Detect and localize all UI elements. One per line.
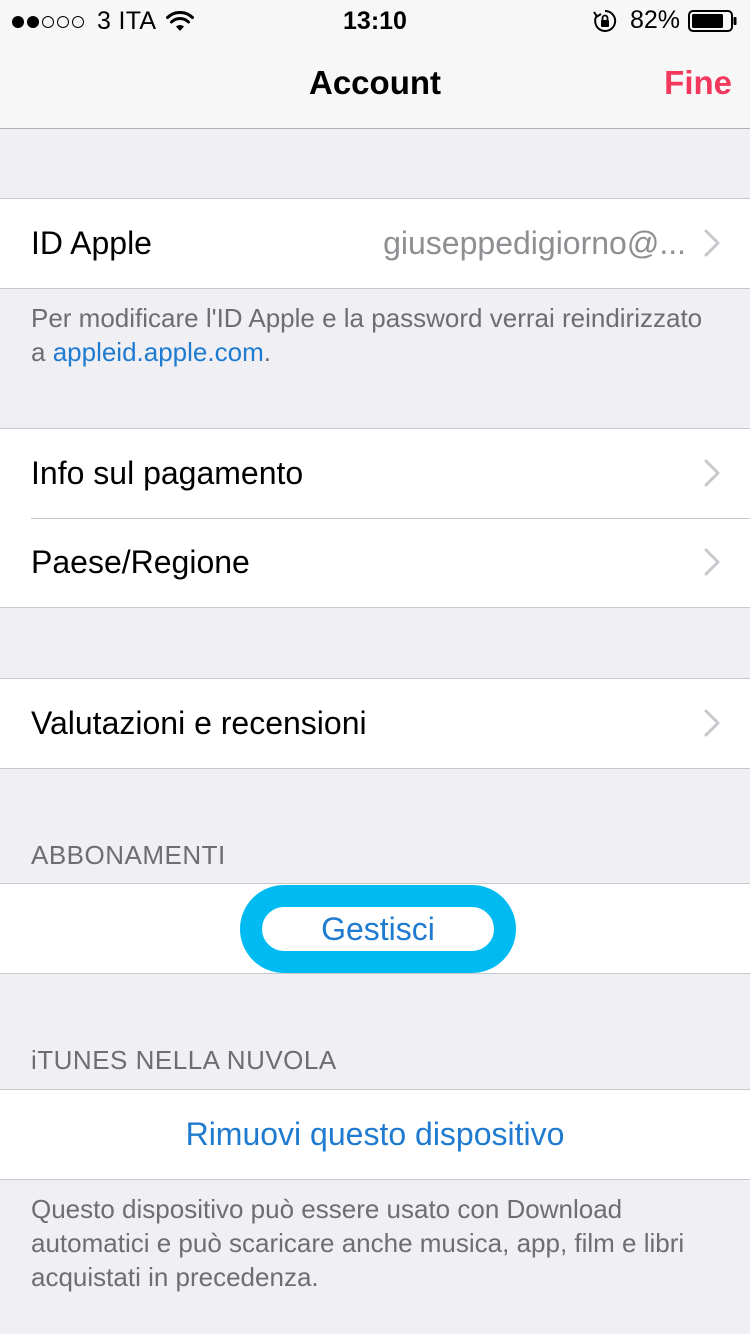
subscriptions-header: ABBONAMENTI [31, 840, 226, 870]
status-bar: 3 ITA 13:10 82% [0, 0, 750, 40]
payment-info-row[interactable]: Info sul pagamento [0, 429, 750, 518]
apple-id-label: ID Apple [31, 225, 152, 261]
ratings-reviews-label: Valutazioni e recensioni [31, 705, 367, 741]
apple-id-row[interactable]: ID Apple giuseppedigiorno@... [0, 199, 750, 288]
apple-id-note-suffix: . [263, 337, 271, 367]
remove-device-button[interactable]: Rimuovi questo dispositivo [186, 1116, 565, 1153]
battery-icon [688, 9, 737, 32]
apple-id-group: ID Apple giuseppedigiorno@... [0, 198, 750, 289]
chevron-right-icon [704, 229, 720, 257]
page-title: Account [309, 64, 441, 101]
payment-info-label: Info sul pagamento [31, 455, 304, 491]
status-right: 82% [592, 6, 738, 35]
done-button[interactable]: Fine [664, 64, 732, 102]
chevron-right-icon [704, 459, 720, 487]
remove-device-row[interactable]: Rimuovi questo dispositivo [0, 1090, 750, 1179]
apple-id-value: giuseppedigiorno@... [383, 225, 686, 261]
country-region-label: Paese/Regione [31, 544, 250, 580]
rotation-lock-icon [593, 9, 617, 32]
country-region-row[interactable]: Paese/Regione [0, 518, 750, 607]
appleid-link[interactable]: appleid.apple.com [53, 337, 264, 367]
ratings-reviews-row[interactable]: Valutazioni e recensioni [0, 679, 750, 768]
ratings-group: Valutazioni e recensioni [0, 678, 750, 769]
apple-id-note: Per modificare l'ID Apple e la password … [31, 301, 721, 369]
itunes-cloud-header: iTUNES NELLA NUVOLA [31, 1045, 337, 1075]
itunes-cloud-note: Questo dispositivo può essere usato con … [31, 1194, 685, 1292]
manage-subscriptions-button[interactable]: Gestisci [240, 885, 516, 973]
itunes-cloud-group: Rimuovi questo dispositivo [0, 1089, 750, 1180]
chevron-right-icon [704, 709, 720, 737]
chevron-right-icon [704, 548, 720, 576]
navigation-bar: Account Fine [0, 40, 750, 129]
payment-group: Info sul pagamento Paese/Regione [0, 428, 750, 608]
battery-percentage: 82% [629, 6, 680, 34]
